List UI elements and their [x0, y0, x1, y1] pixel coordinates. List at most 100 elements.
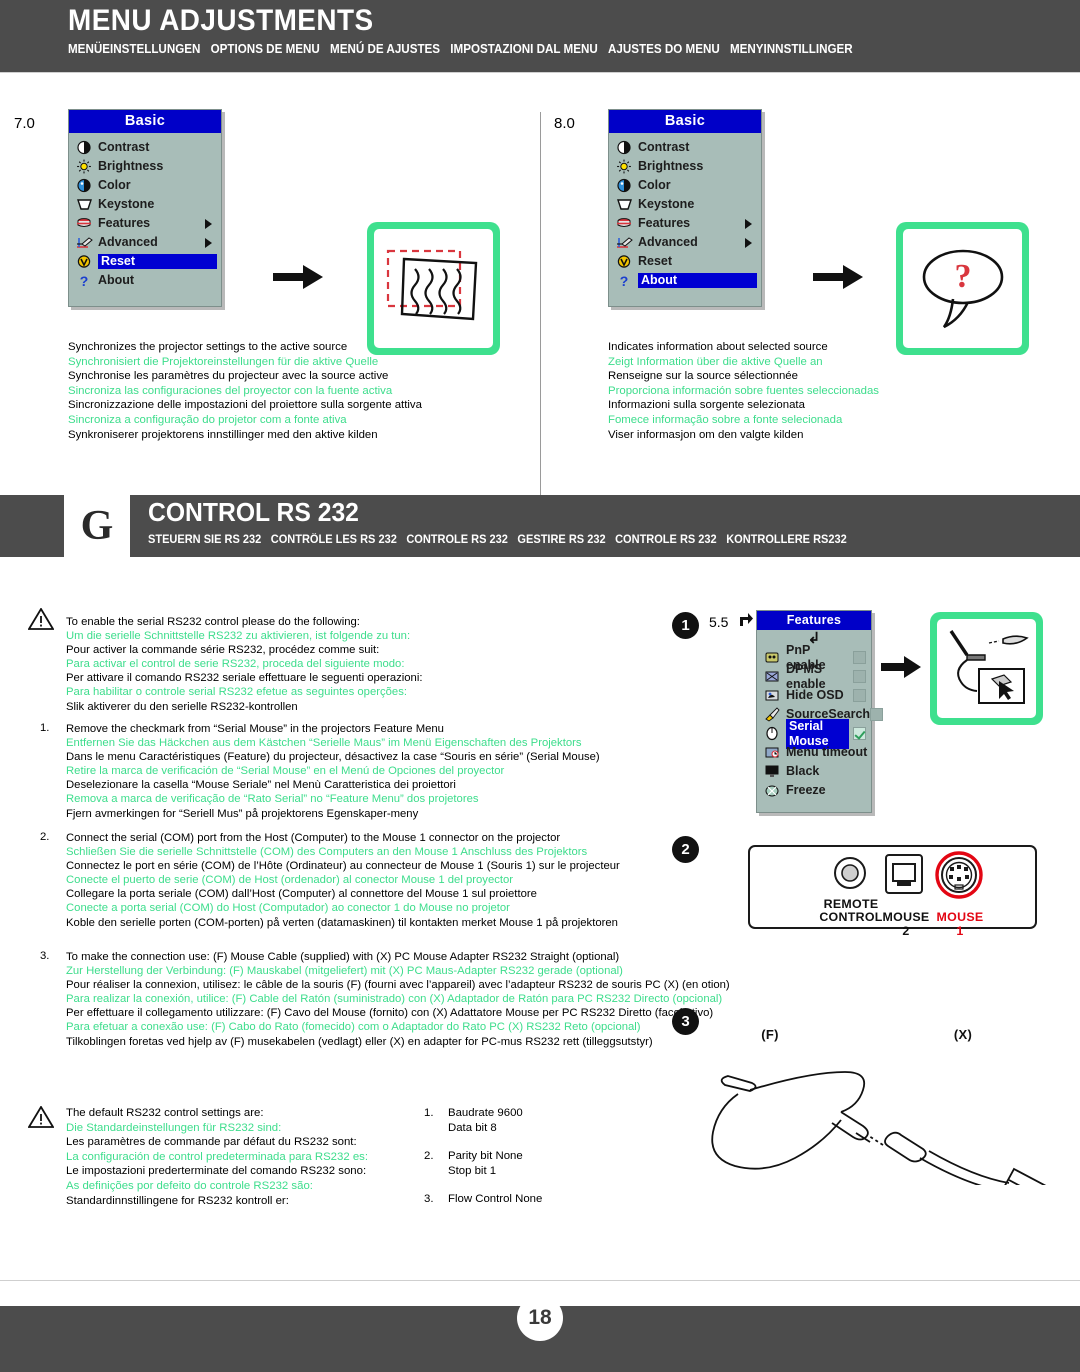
step-3-line-6: Tilkoblingen foretas ved hjelp av (F) mu…: [66, 1035, 653, 1048]
intro-line-4: Per attivare il comando RS232 seriale ef…: [66, 672, 423, 685]
osd-item-contrast[interactable]: Contrast: [69, 138, 221, 157]
osd-item-reset[interactable]: Reset: [609, 252, 761, 271]
submenu-arrow-icon: [205, 218, 212, 229]
osd-item-color[interactable]: Color: [69, 176, 221, 195]
step-2-number: 2.: [40, 831, 50, 843]
section-translation-0: STEUERN SIE RS 232: [148, 533, 262, 546]
osd-menu-basic-left[interactable]: Basic Contrast Brightness Color Keystone Fea…: [68, 109, 222, 307]
osd-item-features[interactable]: Features: [69, 214, 221, 233]
svg-text:?: ?: [619, 273, 628, 288]
osd-item-label: Reset: [98, 254, 217, 269]
illustration-inner-left: [374, 229, 493, 348]
osd-item-contrast[interactable]: Contrast: [609, 138, 761, 157]
osd-item-label: Advanced: [98, 235, 158, 249]
mouse-1-port-label: MOUSE 1: [936, 910, 984, 938]
submenu-arrow-icon: [745, 237, 752, 248]
step-1-line-3: Retire la marca de verificación de “Seri…: [66, 765, 505, 778]
flow-arrow-left-icon: [273, 265, 323, 289]
remote-control-port-label-line1: REMOTE: [823, 897, 879, 911]
osd-item-hide-osd[interactable]: Hide OSD: [757, 686, 871, 705]
mouse-icon: [763, 726, 781, 741]
caption-right-line-0: Indicates information about selected sou…: [608, 341, 828, 353]
intro-line-3: Para activar el control de serie RS232, …: [66, 658, 405, 671]
checkbox-unchecked[interactable]: [853, 689, 866, 702]
defaults-line-5: As definições por defeito do controle RS…: [66, 1179, 313, 1192]
reset-icon: [75, 254, 93, 269]
advanced-icon: [75, 235, 93, 250]
checkbox-unchecked[interactable]: [853, 670, 866, 683]
intro-text-block: To enable the serial RS232 control pleas…: [66, 615, 422, 714]
checkbox-checked[interactable]: [853, 727, 866, 740]
illustration-inner-right: ?: [903, 229, 1022, 348]
default-setting-2-line1: 3. Flow Control None: [424, 1193, 543, 1206]
osd-item-about[interactable]: ? About: [609, 271, 761, 290]
dpms-icon: [763, 669, 781, 684]
osd-item-features[interactable]: Features: [609, 214, 761, 233]
osd-menu-features[interactable]: Features ↲ PnP enable DPMS enable Hide OSD…: [756, 610, 884, 813]
checkbox-unchecked[interactable]: [853, 651, 866, 664]
caption-left-line-6: Synkroniserer projektorens innstillinger…: [68, 428, 378, 441]
intro-line-0: To enable the serial RS232 control pleas…: [66, 616, 360, 628]
contrast-icon: [75, 140, 93, 155]
osd-item-freeze[interactable]: Freeze: [757, 781, 871, 800]
osd-item-menu-timeout[interactable]: Menu timeout: [757, 743, 871, 762]
osd-item-serial-mouse[interactable]: Serial Mouse: [757, 718, 871, 749]
default-setting-1: 2. Parity bit None Stop bit 1: [424, 1149, 542, 1178]
osd-item-label: Keystone: [638, 197, 695, 211]
defaults-line-3: La configuración de control predetermina…: [66, 1150, 369, 1163]
page-number: 18: [517, 1295, 563, 1341]
osd-item-label: Features: [98, 216, 151, 230]
osd-item-keystone[interactable]: Keystone: [609, 195, 761, 214]
osd-item-color[interactable]: Color: [609, 176, 761, 195]
brightness-icon: [615, 159, 633, 174]
osd-item-dpms-enable[interactable]: DPMS enable: [757, 662, 871, 691]
caption-left-line-3: Sincroniza las configuraciones del proye…: [68, 384, 393, 397]
keystone-icon: [615, 197, 633, 212]
section-band-control-rs232: G CONTROL RS 232 STEUERN SIE RS 232 CONTR…: [0, 495, 1080, 557]
osd-item-about[interactable]: ? About: [69, 271, 221, 290]
about-icon: ?: [79, 273, 88, 288]
step-1-line-2: Dans le menu Caractéristiques (Feature) …: [66, 751, 600, 764]
mouse-1-mini-din-port-icon[interactable]: [935, 851, 983, 899]
caption-left-line-2: Synchronise les paramètres du projecteur…: [68, 370, 389, 383]
color-icon: [76, 178, 91, 193]
advanced-icon: [616, 237, 633, 248]
mouse-cable-screen-icon: [949, 630, 1029, 704]
osd-item-label: Brightness: [98, 159, 164, 173]
step-3-line-4: Per effettuare il collegamento utilizzar…: [66, 1007, 714, 1020]
header-translation-4: AJUSTES DO MENU: [607, 42, 720, 56]
osd-item-black[interactable]: Black: [757, 762, 871, 781]
osd-item-advanced[interactable]: Advanced: [69, 233, 221, 252]
osd-item-brightness[interactable]: Brightness: [609, 157, 761, 176]
header-translation-0: MENÜEINSTELLUNGEN: [68, 42, 201, 56]
mouse-cable-adapter-icon: [711, 1071, 1047, 1185]
mouse-2-usb-port-icon[interactable]: [884, 853, 924, 895]
osd-item-keystone[interactable]: Keystone: [69, 195, 221, 214]
page-header-band: MENU ADJUSTMENTS MENÜEINSTELLUNGEN OPTION…: [0, 0, 1080, 72]
osd-item-brightness[interactable]: Brightness: [69, 157, 221, 176]
column-divider: [540, 112, 541, 502]
features-icon: [616, 218, 631, 227]
osd-item-reset[interactable]: Reset: [69, 252, 221, 271]
checkbox-unchecked[interactable]: [870, 708, 884, 721]
mouse-2-port-label: MOUSE 2: [882, 910, 930, 938]
caption-right-line-3: Proporciona información sobre fuentes se…: [608, 384, 880, 397]
pnp-icon: [763, 650, 781, 665]
remote-control-jack-port-icon[interactable]: [832, 855, 868, 891]
submenu-arrow-icon: [205, 237, 212, 248]
osd-menu-basic-right[interactable]: Basic Contrast Brightness Color Keystone Fea…: [608, 109, 762, 307]
step-1-line-4: Deselezionare la casella “Mouse Seriale”…: [66, 779, 456, 792]
osd-item-label: Color: [638, 178, 671, 192]
osd-item-label: About: [98, 273, 135, 287]
submenu-arrow-icon: [745, 218, 752, 229]
freeze-icon: [763, 783, 781, 798]
osd-item-advanced[interactable]: Advanced: [609, 233, 761, 252]
default-settings-list: 1. Baudrate 9600 Data bit 8 2. Parity bit No…: [424, 1106, 542, 1221]
caption-left-line-0: Synchronizes the projector settings to t…: [68, 341, 348, 353]
brightness-icon: [616, 159, 631, 174]
osd-item-label: Black: [786, 764, 820, 778]
advanced-icon: [76, 237, 93, 248]
osd-item-label: Menu timeout: [786, 745, 868, 759]
step-1-badge: 1: [672, 612, 699, 639]
page-title: MENU ADJUSTMENTS: [68, 4, 374, 37]
